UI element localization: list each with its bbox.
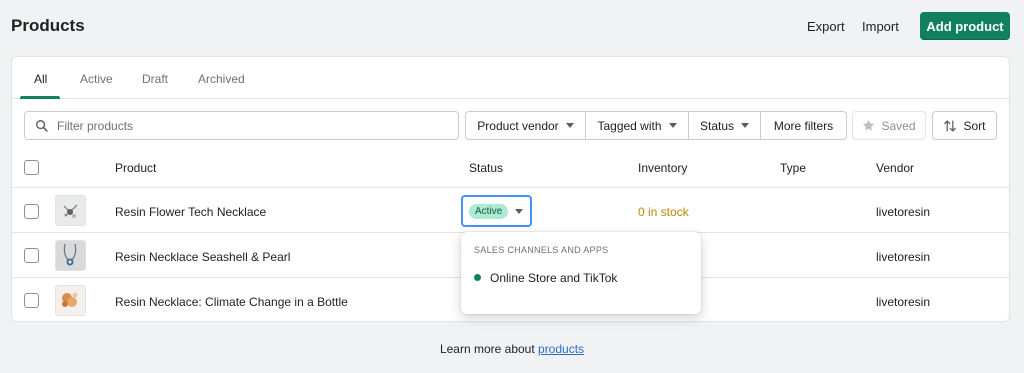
footer-help-text: Learn more about products xyxy=(0,342,1024,356)
caret-down-icon xyxy=(565,123,574,128)
product-thumbnail[interactable] xyxy=(55,240,86,271)
search-placeholder: Filter products xyxy=(57,118,134,133)
column-header-vendor[interactable]: Vendor xyxy=(876,161,914,175)
saved-label: Saved xyxy=(881,118,916,133)
status-filter[interactable]: Status xyxy=(689,112,761,139)
caret-down-icon xyxy=(668,123,677,128)
sort-label: Sort xyxy=(963,118,986,133)
vendor-value: livetoresin xyxy=(876,205,931,219)
necklace-image-icon xyxy=(56,196,85,225)
import-button[interactable]: Import xyxy=(862,19,899,34)
search-input[interactable]: Filter products xyxy=(24,111,459,140)
status-select[interactable]: Active xyxy=(461,195,532,227)
caret-down-icon xyxy=(741,123,750,128)
status-filter-label: Status xyxy=(699,118,735,133)
vendor-value: livetoresin xyxy=(876,250,931,264)
tagged-with-filter[interactable]: Tagged with xyxy=(586,112,689,139)
page-title: Products xyxy=(11,16,85,35)
product-vendor-label: Product vendor xyxy=(477,118,559,133)
tagged-with-label: Tagged with xyxy=(597,118,662,133)
tab-active-indicator xyxy=(20,96,60,99)
column-header-product[interactable]: Product xyxy=(115,161,156,175)
sales-channels-popover: SALES CHANNELS AND APPS Online Store and… xyxy=(461,232,701,314)
product-vendor-filter[interactable]: Product vendor xyxy=(466,112,586,139)
product-thumbnail[interactable] xyxy=(55,195,86,226)
tab-all[interactable]: All xyxy=(34,72,47,86)
tabs-divider xyxy=(12,98,1009,99)
popover-heading: SALES CHANNELS AND APPS xyxy=(474,245,609,255)
star-icon xyxy=(863,119,875,131)
tab-draft[interactable]: Draft xyxy=(142,72,168,86)
saved-button: Saved xyxy=(852,111,926,140)
search-icon xyxy=(36,119,48,132)
select-all-checkbox[interactable] xyxy=(24,160,39,175)
column-header-type[interactable]: Type xyxy=(780,161,806,175)
sort-icon xyxy=(944,119,957,132)
footer-text: Learn more about xyxy=(439,342,539,356)
row-checkbox[interactable] xyxy=(24,204,39,219)
products-help-link[interactable]: products xyxy=(538,342,584,356)
row-checkbox[interactable] xyxy=(24,293,39,308)
add-product-button[interactable]: Add product xyxy=(920,12,1010,40)
product-name-link[interactable]: Resin Necklace: Climate Change in a Bott… xyxy=(115,295,348,309)
more-filters-label: More filters xyxy=(773,118,834,133)
column-header-inventory[interactable]: Inventory xyxy=(638,161,687,175)
more-filters-button[interactable]: More filters xyxy=(761,112,846,139)
status-badge: Active xyxy=(469,203,509,219)
export-button[interactable]: Export xyxy=(807,19,845,34)
product-thumbnail[interactable] xyxy=(55,285,86,316)
column-header-status[interactable]: Status xyxy=(469,161,503,175)
product-name-link[interactable]: Resin Flower Tech Necklace xyxy=(115,205,266,219)
product-name-link[interactable]: Resin Necklace Seashell & Pearl xyxy=(115,250,290,264)
inventory-value: 0 in stock xyxy=(638,205,689,219)
filter-button-group: Product vendor Tagged with Status More f… xyxy=(465,111,847,140)
caret-down-icon xyxy=(515,208,524,214)
tab-archived[interactable]: Archived xyxy=(198,72,245,86)
sort-button[interactable]: Sort xyxy=(932,111,997,140)
vendor-value: livetoresin xyxy=(876,295,931,309)
header-divider xyxy=(12,187,1009,188)
tab-active[interactable]: Active xyxy=(80,72,113,86)
necklace-image-icon xyxy=(56,286,85,315)
sales-channel-item: Online Store and TikTok xyxy=(490,271,618,285)
published-dot-icon xyxy=(474,274,481,281)
necklace-image-icon xyxy=(56,241,85,270)
row-checkbox[interactable] xyxy=(24,248,39,263)
